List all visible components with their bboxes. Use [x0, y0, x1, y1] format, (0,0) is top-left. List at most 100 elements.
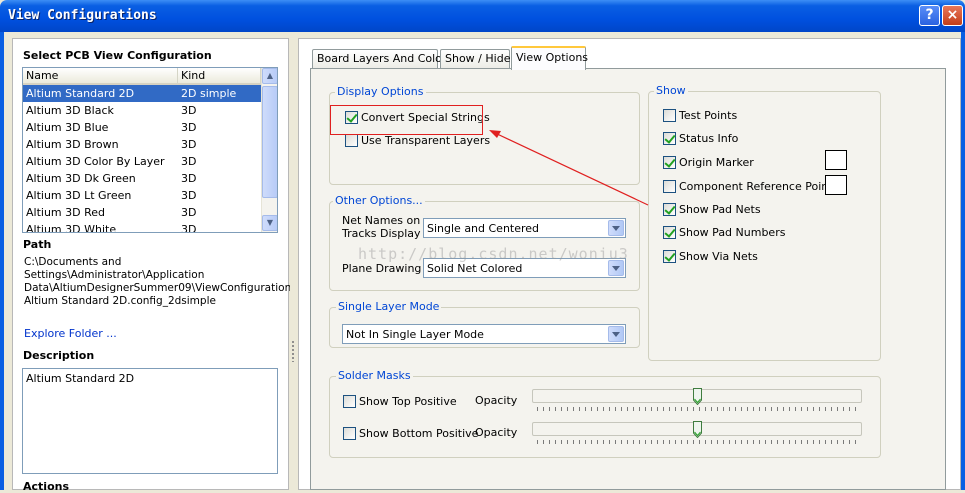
list-item[interactable]: Altium Standard 2D 2D simple	[23, 85, 261, 102]
description-box[interactable]: Altium Standard 2D	[22, 368, 278, 474]
annotation-highlight-box	[330, 105, 483, 135]
show-top-positive-label[interactable]: Show Top Positive	[359, 395, 457, 408]
status-info-label[interactable]: Status Info	[679, 132, 738, 145]
description-value: Altium Standard 2D	[26, 372, 135, 385]
splitter-grip-icon[interactable]	[291, 340, 296, 362]
title-bar: View Configurations ? ×	[0, 0, 965, 32]
column-header-kind[interactable]: Kind	[178, 68, 261, 85]
panel-splitter[interactable]	[290, 38, 298, 490]
status-info-checkbox[interactable]	[663, 132, 676, 145]
tab-view-options[interactable]: View Options	[511, 46, 588, 70]
list-item[interactable]: Altium 3D Blue 3D	[23, 119, 261, 136]
show-pad-nets-checkbox[interactable]	[663, 203, 676, 216]
path-line: Altium Standard 2D.config_2dsimple	[24, 295, 216, 307]
show-pad-numbers-checkbox[interactable]	[663, 226, 676, 239]
show-bottom-positive-checkbox[interactable]	[343, 427, 356, 440]
list-item-name: Altium 3D Dk Green	[26, 172, 136, 185]
show-pad-numbers-label[interactable]: Show Pad Numbers	[679, 226, 785, 239]
list-item-name: Altium 3D Blue	[26, 121, 109, 134]
list-item-kind: 3D	[181, 189, 197, 202]
path-line: Data\AltiumDesignerSummer09\ViewConfigur…	[24, 282, 301, 294]
origin-marker-checkbox[interactable]	[663, 156, 676, 169]
list-item[interactable]: Altium 3D Black 3D	[23, 102, 261, 119]
bottom-opacity-thumb[interactable]	[692, 421, 702, 438]
component-reference-point-checkbox[interactable]	[663, 180, 676, 193]
list-item[interactable]: Altium 3D Red 3D	[23, 204, 261, 221]
list-item-name: Altium Standard 2D	[26, 87, 135, 100]
component-reference-point-label[interactable]: Component Reference Point	[679, 180, 833, 193]
scroll-thumb[interactable]	[262, 86, 277, 198]
bottom-opacity-ticks	[537, 440, 861, 444]
list-item-name: Altium 3D Lt Green	[26, 189, 132, 202]
window-title: View Configurations	[8, 8, 157, 23]
scroll-down-arrow-icon[interactable]: ▼	[262, 215, 277, 231]
close-button[interactable]: ×	[942, 5, 963, 26]
list-item-kind: 3D	[181, 121, 197, 134]
use-transparent-layers-checkbox[interactable]	[345, 134, 358, 147]
scroll-up-arrow-icon[interactable]: ▲	[262, 68, 277, 84]
tab-show-hide[interactable]: Show / Hide	[440, 49, 510, 69]
list-item-kind: 3D	[181, 104, 197, 117]
path-label: Path	[23, 238, 52, 251]
net-names-label-2: Tracks Display	[342, 227, 421, 240]
list-item-kind: 3D	[181, 138, 197, 151]
select-config-label: Select PCB View Configuration	[23, 49, 212, 62]
net-names-label-1: Net Names on	[342, 214, 421, 227]
test-points-checkbox[interactable]	[663, 109, 676, 122]
net-names-dropdown[interactable]: Single and Centered	[423, 218, 626, 238]
chevron-down-icon[interactable]	[608, 220, 624, 236]
origin-marker-color-swatch[interactable]	[825, 150, 847, 170]
show-label: Show	[654, 84, 688, 97]
actions-label: Actions	[23, 480, 69, 493]
display-options-label: Display Options	[335, 85, 426, 98]
chevron-down-icon[interactable]	[608, 326, 624, 342]
list-item-name: Altium 3D Black	[26, 104, 114, 117]
net-names-value: Single and Centered	[427, 222, 540, 235]
top-opacity-label: Opacity	[475, 394, 518, 407]
show-pad-nets-label[interactable]: Show Pad Nets	[679, 203, 761, 216]
list-item[interactable]: Altium 3D Brown 3D	[23, 136, 261, 153]
show-via-nets-checkbox[interactable]	[663, 250, 676, 263]
description-label: Description	[23, 349, 95, 362]
single-layer-mode-dropdown[interactable]: Not In Single Layer Mode	[342, 324, 626, 344]
origin-marker-label[interactable]: Origin Marker	[679, 156, 754, 169]
list-item[interactable]: Altium 3D Lt Green 3D	[23, 187, 261, 204]
single-layer-mode-label: Single Layer Mode	[336, 300, 442, 313]
test-points-label[interactable]: Test Points	[679, 109, 737, 122]
tab-board-layers-and-colors[interactable]: Board Layers And Colors	[312, 49, 452, 69]
list-item-name: Altium 3D White	[26, 223, 117, 233]
window-frame-left	[0, 32, 4, 490]
list-item-name: Altium 3D Color By Layer	[26, 155, 165, 168]
bottom-opacity-label: Opacity	[475, 426, 518, 439]
path-line: Settings\Administrator\Application	[24, 269, 205, 281]
list-item-kind: 3D	[181, 223, 197, 233]
list-item-kind: 3D	[181, 155, 197, 168]
plane-drawing-label: Plane Drawing	[342, 262, 422, 275]
list-item-kind: 3D	[181, 206, 197, 219]
list-item[interactable]: Altium 3D Dk Green 3D	[23, 170, 261, 187]
list-scrollbar[interactable]: ▲ ▼	[261, 68, 277, 232]
config-list[interactable]: Name Kind Altium Standard 2D 2D simple A…	[22, 67, 278, 233]
list-item-kind: 3D	[181, 172, 197, 185]
top-opacity-ticks	[537, 407, 861, 411]
solder-masks-label: Solder Masks	[336, 369, 413, 382]
show-bottom-positive-label[interactable]: Show Bottom Positive	[359, 427, 478, 440]
window-frame-right	[961, 32, 965, 490]
path-value: C:\Documents and Settings\Administrator\…	[24, 256, 301, 308]
list-item[interactable]: Altium 3D Color By Layer 3D	[23, 153, 261, 170]
list-item[interactable]: Altium 3D White 3D	[23, 221, 261, 233]
plane-drawing-value: Solid Net Colored	[427, 262, 523, 275]
list-item-name: Altium 3D Brown	[26, 138, 119, 151]
single-layer-mode-value: Not In Single Layer Mode	[346, 328, 484, 341]
top-opacity-thumb[interactable]	[692, 388, 702, 405]
show-via-nets-label[interactable]: Show Via Nets	[679, 250, 758, 263]
component-reference-color-swatch[interactable]	[825, 175, 847, 195]
column-header-name[interactable]: Name	[23, 68, 178, 85]
show-top-positive-checkbox[interactable]	[343, 395, 356, 408]
use-transparent-layers-label[interactable]: Use Transparent Layers	[361, 134, 490, 147]
other-options-label: Other Options...	[333, 194, 425, 207]
path-line: C:\Documents and	[24, 256, 122, 268]
help-button[interactable]: ?	[919, 5, 940, 26]
explore-folder-link[interactable]: Explore Folder ...	[24, 327, 117, 340]
watermark: http://blog.csdn.net/woniu3	[358, 245, 629, 263]
